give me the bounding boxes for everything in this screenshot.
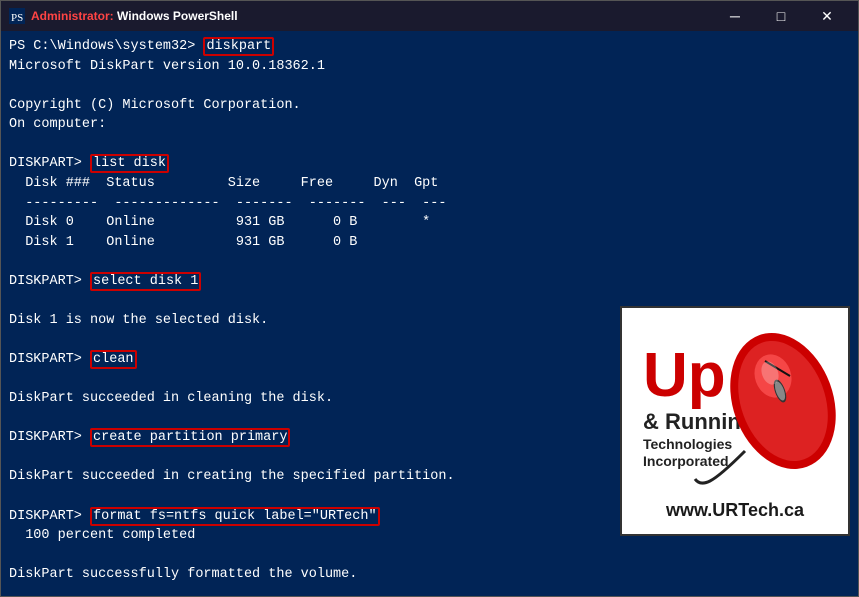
prompt-5: DISKPART> [9,430,82,445]
output-formatted: DiskPart successfully formatted the volu… [9,567,357,582]
table-header: Disk ### Status Size Free Dyn Gpt [9,176,438,191]
powershell-icon: PS [9,8,25,24]
prompt-6: DISKPART> [9,509,82,524]
svg-text:PS: PS [11,12,23,24]
cmd-selectdisk: select disk 1 [90,272,201,291]
logo-svg: Up & Running Technologies Incorporated [625,321,845,496]
maximize-button[interactable]: □ [758,1,804,31]
title-admin: Administrator: [31,9,117,23]
output-created: DiskPart succeeded in creating the speci… [9,469,455,484]
output-selected: Disk 1 is now the selected disk. [9,313,268,328]
logo-panel: Up & Running Technologies Incorporated [620,306,850,536]
prompt-3: DISKPART> [9,274,82,289]
table-divider: --------- ------------- ------- ------- … [9,196,446,211]
svg-text:Up: Up [643,341,726,410]
table-row-1: Disk 0 Online 931 GB 0 B * [9,215,430,230]
window-title: Administrator: Windows PowerShell [31,9,706,23]
cmd-diskpart: diskpart [203,37,274,56]
terminal-area[interactable]: PS C:\Windows\system32> diskpart Microso… [1,31,858,596]
window-controls: ─ □ ✕ [712,1,850,31]
svg-text:Technologies: Technologies [643,436,732,452]
svg-text:Incorporated: Incorporated [643,453,729,469]
minimize-button[interactable]: ─ [712,1,758,31]
title-bar: PS Administrator: Windows PowerShell ─ □… [1,1,858,31]
cmd-clean: clean [90,350,137,369]
output-percent: 100 percent completed [9,528,195,543]
logo-container: Up & Running Technologies Incorporated [622,308,848,534]
powershell-window: PS Administrator: Windows PowerShell ─ □… [0,0,859,597]
output-cleaned: DiskPart succeeded in cleaning the disk. [9,391,333,406]
prompt-4: DISKPART> [9,352,82,367]
cmd-format: format fs=ntfs quick label="URTech" [90,507,380,526]
cmd-listdisk: list disk [90,154,169,173]
output-copyright: Copyright (C) Microsoft Corporation. [9,98,301,113]
prompt-1: PS C:\Windows\system32> [9,39,195,54]
table-row-2: Disk 1 Online 931 GB 0 B [9,235,357,250]
cmd-createpartition: create partition primary [90,428,290,447]
logo-url: www.URTech.ca [666,500,804,521]
close-button[interactable]: ✕ [804,1,850,31]
svg-text:&: & [643,409,659,434]
title-app: Windows PowerShell [117,9,238,23]
output-computer: On computer: [9,117,106,132]
output-version: Microsoft DiskPart version 10.0.18362.1 [9,59,325,74]
prompt-2: DISKPART> [9,156,82,171]
